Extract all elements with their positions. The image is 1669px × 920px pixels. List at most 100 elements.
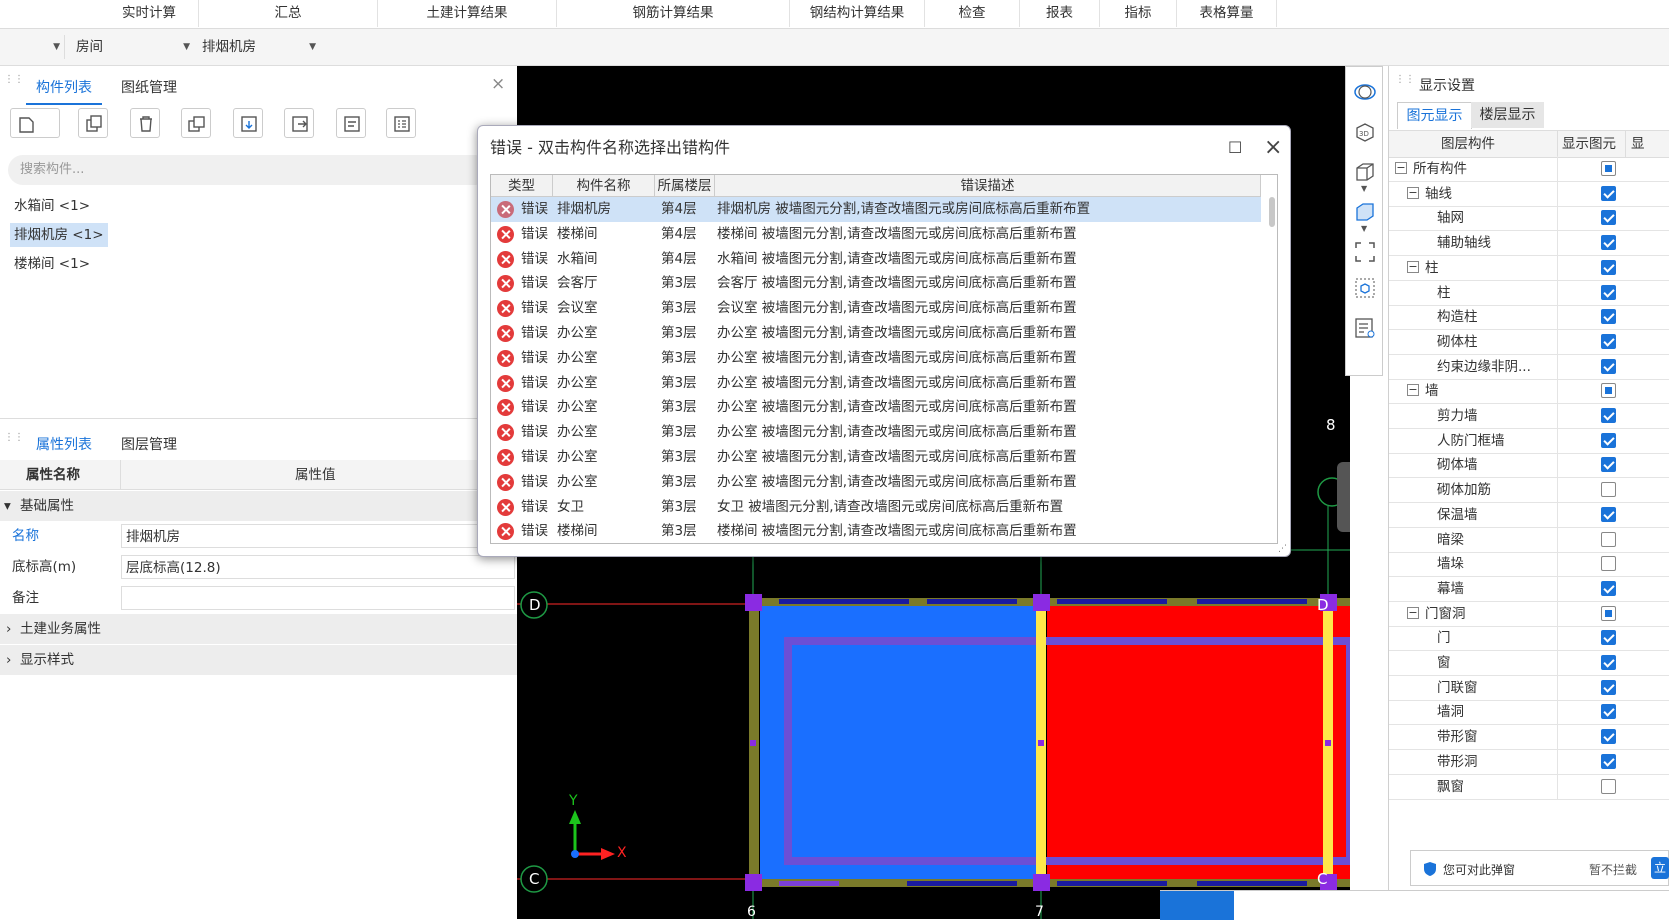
layer-display-icon[interactable]: [1354, 317, 1376, 339]
show-element-checkbox[interactable]: [1601, 185, 1616, 201]
error-row[interactable]: 错误 办公室 第3层 办公室 被墙图元分割,请查改墙图元或房间底标高后重新布置: [491, 445, 1261, 470]
component-item-selected[interactable]: 排烟机房 <1>: [10, 223, 108, 247]
error-component-name[interactable]: 会客厅: [557, 271, 598, 295]
show-element-checkbox[interactable]: [1601, 506, 1616, 522]
error-component-name[interactable]: 办公室: [557, 395, 598, 419]
show-element-checkbox[interactable]: [1601, 259, 1616, 275]
error-row[interactable]: 错误 办公室 第3层 办公室 被墙图元分割,请查改墙图元或房间底标高后重新布置: [491, 346, 1261, 371]
menu-item[interactable]: 实时计算: [100, 0, 199, 27]
collapse-icon[interactable]: −: [1395, 162, 1407, 174]
panel-collapse-handle[interactable]: [1337, 462, 1350, 532]
close-icon[interactable]: ×: [1264, 137, 1282, 159]
show-element-checkbox[interactable]: [1601, 580, 1616, 596]
close-icon[interactable]: ×: [491, 74, 505, 94]
menu-item[interactable]: 表格算量: [1177, 0, 1277, 27]
chevron-down-icon[interactable]: ▼: [1361, 184, 1367, 193]
new-component-button[interactable]: [10, 108, 60, 138]
error-component-name[interactable]: 办公室: [557, 445, 598, 469]
popup-ignore-link[interactable]: 暂不拦截: [1589, 861, 1637, 878]
error-row[interactable]: 错误 办公室 第3层 办公室 被墙图元分割,请查改墙图元或房间底标高后重新布置: [491, 420, 1261, 445]
tab-property-list[interactable]: 属性列表: [26, 434, 102, 462]
menu-item[interactable]: 钢结构计算结果: [790, 0, 925, 27]
drag-grip-icon[interactable]: ⋮⋮: [1395, 75, 1415, 92]
error-component-name[interactable]: 办公室: [557, 371, 598, 395]
show-element-checkbox[interactable]: [1601, 778, 1616, 794]
error-component-name[interactable]: 水箱间: [557, 247, 598, 271]
error-component-name[interactable]: 楼梯间: [557, 222, 598, 246]
box-select-icon[interactable]: [1354, 277, 1376, 299]
drag-grip-icon[interactable]: ⋮⋮: [4, 75, 24, 92]
show-element-checkbox[interactable]: [1601, 383, 1616, 399]
orbit-icon[interactable]: [1354, 81, 1376, 103]
error-row[interactable]: 错误 办公室 第3层 办公室 被墙图元分割,请查改墙图元或房间底标高后重新布置: [491, 321, 1261, 346]
show-element-checkbox[interactable]: [1601, 432, 1616, 448]
error-row[interactable]: 错误 女卫 第3层 女卫 被墙图元分割,请查改墙图元或房间底标高后重新布置: [491, 495, 1261, 520]
show-element-checkbox[interactable]: [1601, 531, 1616, 547]
show-element-checkbox[interactable]: [1601, 235, 1616, 251]
item-dropdown[interactable]: 排烟机房 ▼: [196, 35, 320, 59]
popup-confirm-button[interactable]: 立: [1651, 857, 1669, 879]
show-element-checkbox[interactable]: [1601, 309, 1616, 325]
error-row[interactable]: 错误 楼梯间 第4层 楼梯间 被墙图元分割,请查改墙图元或房间底标高后重新布置: [491, 222, 1261, 247]
show-element-checkbox[interactable]: [1601, 358, 1616, 374]
error-row[interactable]: 错误 会议室 第3层 会议室 被墙图元分割,请查改墙图元或房间底标高后重新布置: [491, 296, 1261, 321]
error-component-name[interactable]: 会议室: [557, 296, 598, 320]
show-element-checkbox[interactable]: [1601, 655, 1616, 670]
error-component-name[interactable]: 排烟机房: [557, 197, 611, 221]
show-element-checkbox[interactable]: [1601, 482, 1616, 498]
show-element-checkbox[interactable]: [1601, 457, 1616, 473]
property-group-basic[interactable]: ▾ 基础属性: [0, 491, 517, 521]
show-element-checkbox[interactable]: [1601, 284, 1616, 300]
solid-cube-icon[interactable]: [1354, 201, 1376, 223]
component-item[interactable]: 水箱间 <1>: [10, 194, 94, 218]
show-element-checkbox[interactable]: [1601, 605, 1616, 621]
delete-button[interactable]: [130, 108, 160, 138]
import-button[interactable]: [233, 108, 263, 138]
tab-drawing-management[interactable]: 图纸管理: [121, 77, 177, 97]
collapse-icon[interactable]: −: [1407, 260, 1419, 273]
drag-grip-icon[interactable]: ⋮⋮: [4, 433, 24, 450]
component-item[interactable]: 楼梯间 <1>: [10, 252, 94, 276]
error-row[interactable]: 错误 办公室 第3层 办公室 被墙图元分割,请查改墙图元或房间底标高后重新布置: [491, 371, 1261, 396]
error-row[interactable]: 错误 办公室 第3层 办公室 被墙图元分割,请查改墙图元或房间底标高后重新布置: [491, 470, 1261, 495]
error-component-name[interactable]: 办公室: [557, 470, 598, 494]
category-dropdown[interactable]: ▼: [0, 35, 65, 59]
tab-floor-display[interactable]: 楼层显示: [1471, 102, 1544, 128]
menu-item[interactable]: 汇总: [199, 0, 378, 27]
tab-component-list[interactable]: 构件列表: [26, 77, 102, 105]
chevron-down-icon[interactable]: ▼: [1361, 224, 1367, 233]
sort-button[interactable]: [386, 108, 416, 138]
error-row[interactable]: 错误 办公室 第3层 办公室 被墙图元分割,请查改墙图元或房间底标高后重新布置: [491, 395, 1261, 420]
menu-item[interactable]: 土建计算结果: [378, 0, 557, 27]
tab-layer-management[interactable]: 图层管理: [121, 434, 177, 454]
property-group-display[interactable]: › 显示样式: [0, 645, 517, 675]
menu-item[interactable]: 检查: [925, 0, 1020, 27]
maximize-icon[interactable]: ☐: [1228, 138, 1242, 158]
search-input[interactable]: 搜索构件...: [8, 155, 490, 185]
type-dropdown[interactable]: 房间 ▼: [70, 35, 194, 59]
show-element-checkbox[interactable]: [1601, 729, 1616, 745]
fullscreen-icon[interactable]: [1354, 241, 1376, 263]
error-component-name[interactable]: 办公室: [557, 346, 598, 370]
show-element-checkbox[interactable]: [1601, 161, 1616, 176]
property-value-input[interactable]: 排烟机房: [121, 524, 515, 548]
vertical-scrollbar[interactable]: [1269, 197, 1275, 227]
error-row[interactable]: 错误 排烟机房 第4层 排烟机房 被墙图元分割,请查改墙图元或房间底标高后重新布置: [491, 197, 1261, 222]
show-element-checkbox[interactable]: [1601, 408, 1616, 423]
collapse-icon[interactable]: −: [1407, 186, 1419, 199]
show-element-checkbox[interactable]: [1601, 556, 1616, 572]
show-element-checkbox[interactable]: [1601, 630, 1616, 646]
property-group-civil[interactable]: › 土建业务属性: [0, 614, 517, 644]
cube-icon[interactable]: [1354, 161, 1376, 183]
menu-item[interactable]: 报表: [1020, 0, 1100, 27]
error-component-name[interactable]: 办公室: [557, 321, 598, 345]
menu-item[interactable]: 指标: [1100, 0, 1177, 27]
filter-button[interactable]: [336, 108, 366, 138]
menu-item[interactable]: 钢筋计算结果: [557, 0, 790, 27]
show-element-checkbox[interactable]: [1601, 333, 1616, 349]
error-row[interactable]: 错误 水箱间 第4层 水箱间 被墙图元分割,请查改墙图元或房间底标高后重新布置: [491, 247, 1261, 272]
error-component-name[interactable]: 女卫: [557, 495, 584, 519]
show-element-checkbox[interactable]: [1601, 753, 1616, 769]
error-component-name[interactable]: 楼梯间: [557, 519, 598, 543]
copy-button[interactable]: [78, 108, 108, 138]
